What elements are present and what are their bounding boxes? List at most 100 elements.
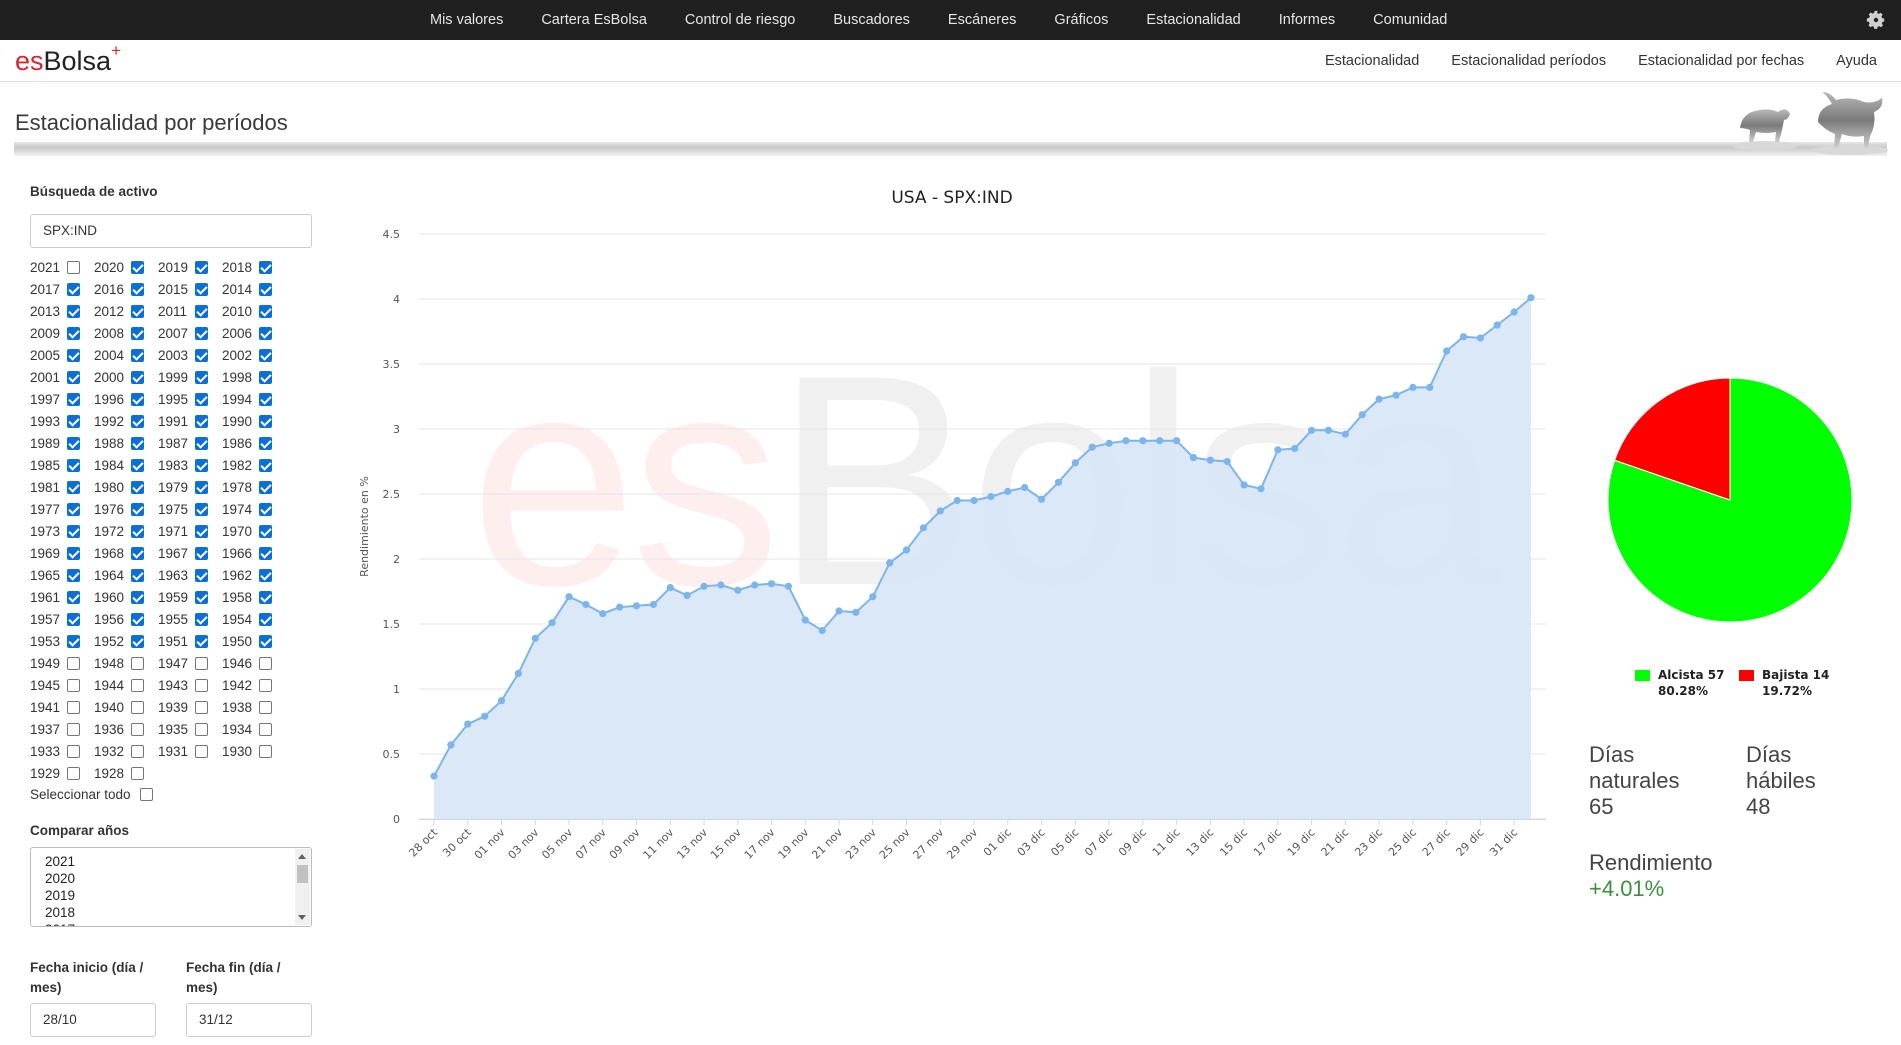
data-point[interactable]	[497, 697, 506, 705]
topnav-item-3[interactable]: Buscadores	[833, 0, 910, 40]
year-checkbox[interactable]	[259, 635, 272, 648]
topnav-item-5[interactable]: Gráficos	[1054, 0, 1108, 40]
data-point[interactable]	[599, 610, 607, 618]
data-point[interactable]	[1476, 334, 1484, 342]
year-item[interactable]: 1934	[222, 721, 286, 739]
year-item[interactable]: 1932	[94, 743, 158, 761]
year-item[interactable]: 2000	[94, 369, 158, 387]
gear-icon[interactable]	[1865, 9, 1887, 31]
year-checkbox[interactable]	[67, 525, 80, 538]
year-item[interactable]: 1963	[158, 567, 222, 585]
year-checkbox[interactable]	[131, 657, 144, 670]
year-item[interactable]: 1947	[158, 655, 222, 673]
year-checkbox[interactable]	[67, 569, 80, 582]
data-point[interactable]	[531, 634, 539, 642]
year-item[interactable]: 1968	[94, 545, 158, 563]
year-item[interactable]: 1946	[222, 655, 286, 673]
subnav-link-2[interactable]: Estacionalidad por fechas	[1638, 40, 1804, 82]
year-checkbox[interactable]	[259, 327, 272, 340]
year-checkbox[interactable]	[259, 349, 272, 362]
year-item[interactable]: 1980	[94, 479, 158, 497]
data-point[interactable]	[565, 593, 573, 601]
data-point[interactable]	[886, 559, 894, 567]
year-item[interactable]: 1975	[158, 501, 222, 519]
year-checkbox[interactable]	[131, 349, 144, 362]
data-point[interactable]	[1021, 483, 1029, 492]
year-checkbox[interactable]	[195, 591, 208, 604]
data-point[interactable]	[734, 586, 742, 594]
year-item[interactable]: 1956	[94, 611, 158, 629]
data-point[interactable]	[1257, 485, 1265, 493]
year-item[interactable]: 1940	[94, 699, 158, 717]
year-checkbox[interactable]	[195, 679, 208, 692]
data-point[interactable]	[1172, 437, 1181, 445]
year-item[interactable]: 1930	[222, 743, 286, 761]
scroll-down-icon[interactable]	[298, 915, 306, 920]
data-point[interactable]	[1375, 395, 1383, 403]
year-checkbox[interactable]	[259, 679, 272, 692]
compare-year-option[interactable]: 2020	[45, 870, 75, 887]
data-point[interactable]	[1189, 454, 1198, 462]
data-point[interactable]	[1088, 443, 1096, 451]
data-point[interactable]	[464, 720, 472, 728]
year-checkbox[interactable]	[195, 415, 208, 428]
year-checkbox[interactable]	[259, 525, 272, 538]
year-checkbox[interactable]	[67, 679, 80, 692]
year-checkbox[interactable]	[259, 283, 272, 296]
year-item[interactable]: 1964	[94, 567, 158, 585]
data-point[interactable]	[835, 607, 843, 615]
year-checkbox[interactable]	[259, 657, 272, 670]
select-all-checkbox[interactable]	[140, 788, 153, 801]
data-point[interactable]	[1443, 347, 1451, 355]
year-checkbox[interactable]	[259, 371, 272, 384]
year-item[interactable]: 1936	[94, 721, 158, 739]
year-checkbox[interactable]	[67, 547, 80, 560]
year-item[interactable]: 2013	[30, 303, 94, 321]
year-checkbox[interactable]	[131, 261, 144, 274]
year-checkbox[interactable]	[67, 437, 80, 450]
year-checkbox[interactable]	[131, 283, 144, 296]
year-item[interactable]: 1945	[30, 677, 94, 695]
year-checkbox[interactable]	[131, 327, 144, 340]
data-point[interactable]	[683, 591, 691, 599]
year-checkbox[interactable]	[67, 723, 80, 736]
year-item[interactable]: 1943	[158, 677, 222, 695]
data-point[interactable]	[649, 600, 657, 609]
year-item[interactable]: 1949	[30, 655, 94, 673]
year-checkbox[interactable]	[67, 283, 80, 296]
year-checkbox[interactable]	[67, 657, 80, 670]
year-checkbox[interactable]	[131, 525, 144, 538]
data-point[interactable]	[784, 582, 793, 590]
year-checkbox[interactable]	[195, 305, 208, 318]
year-checkbox[interactable]	[67, 767, 80, 780]
year-item[interactable]: 1928	[94, 765, 158, 783]
year-checkbox[interactable]	[131, 305, 144, 318]
year-item[interactable]: 1997	[30, 391, 94, 409]
data-point[interactable]	[919, 524, 928, 532]
year-checkbox[interactable]	[259, 723, 272, 736]
year-item[interactable]: 1941	[30, 699, 94, 717]
year-item[interactable]: 1983	[158, 457, 222, 475]
year-item[interactable]: 1990	[222, 413, 286, 431]
year-checkbox[interactable]	[131, 459, 144, 472]
year-item[interactable]: 1952	[94, 633, 158, 651]
year-checkbox[interactable]	[195, 327, 208, 340]
year-checkbox[interactable]	[195, 283, 208, 296]
data-point[interactable]	[1274, 446, 1282, 454]
year-item[interactable]: 1991	[158, 413, 222, 431]
year-item[interactable]: 1954	[222, 611, 286, 629]
year-item[interactable]: 1984	[94, 457, 158, 475]
year-checkbox[interactable]	[195, 547, 208, 560]
data-point[interactable]	[1004, 487, 1012, 495]
year-item[interactable]: 2011	[158, 303, 222, 321]
data-point[interactable]	[1341, 430, 1349, 438]
data-point[interactable]	[1426, 383, 1434, 391]
year-checkbox[interactable]	[131, 723, 144, 736]
data-point[interactable]	[514, 669, 522, 677]
year-item[interactable]: 2005	[30, 347, 94, 365]
start-date-input[interactable]: 28/10	[30, 1003, 156, 1037]
year-checkbox[interactable]	[195, 745, 208, 758]
year-checkbox[interactable]	[67, 613, 80, 626]
year-item[interactable]: 1993	[30, 413, 94, 431]
data-point[interactable]	[1105, 439, 1113, 447]
